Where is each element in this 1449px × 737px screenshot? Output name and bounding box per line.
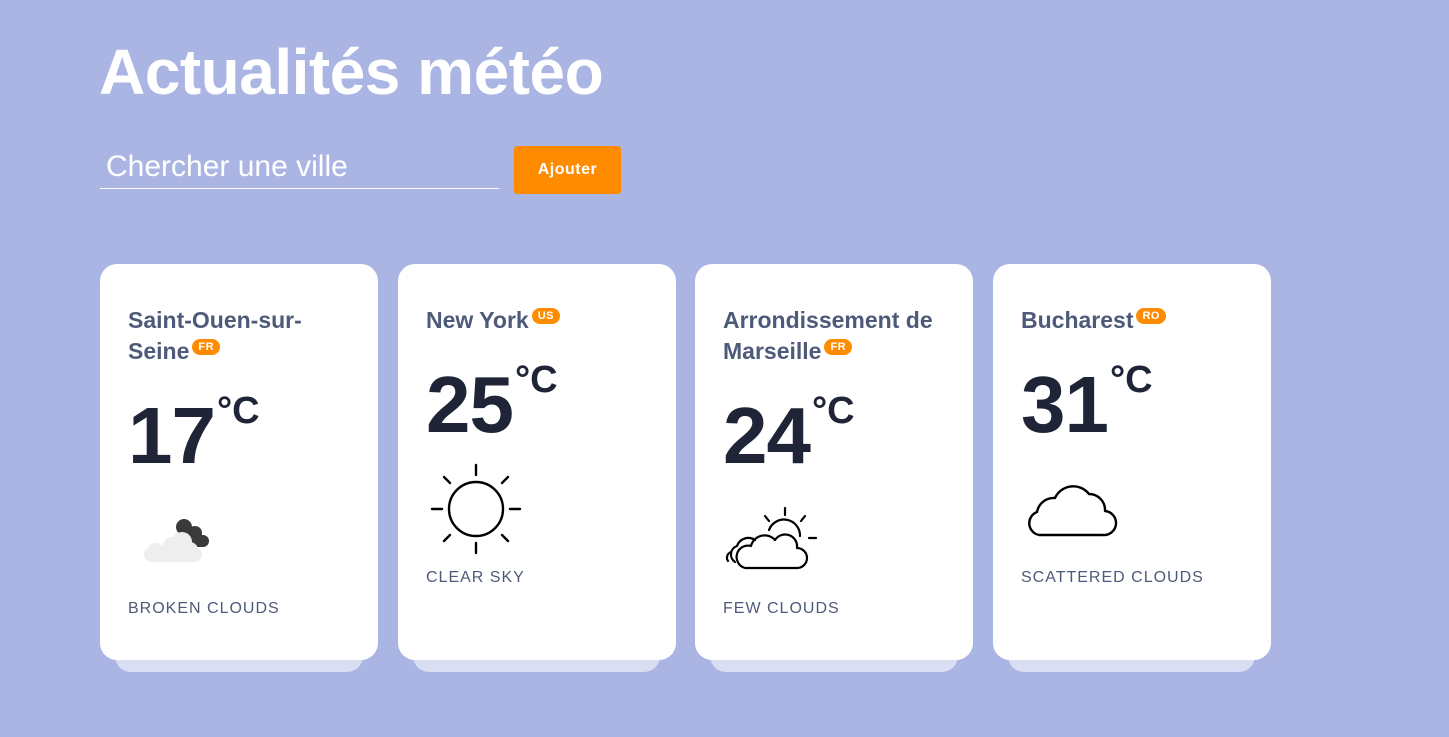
- city-name-text: Saint-Ouen-sur-Seine: [128, 307, 302, 364]
- temperature-unit: °C: [216, 390, 260, 432]
- city-name-text: Arrondissement de Marseille: [723, 307, 933, 364]
- weather-description: few clouds: [723, 600, 840, 617]
- temperature-value: 31: [1021, 360, 1109, 449]
- cloud-icon: [1023, 478, 1119, 545]
- sun-icon: [430, 463, 522, 560]
- temperature-unit: °C: [1109, 359, 1153, 401]
- city-name: Bucharest RO: [1021, 305, 1246, 336]
- country-badge: FR: [824, 339, 853, 355]
- country-badge: US: [531, 308, 560, 324]
- weather-card-new-york[interactable]: New York US 25°C clear sky: [398, 264, 676, 660]
- temperature: 25°C: [426, 359, 558, 445]
- weather-description: broken clouds: [128, 600, 280, 617]
- broken-clouds-icon: [140, 510, 220, 575]
- weather-description: clear sky: [426, 569, 525, 586]
- temperature-value: 17: [128, 391, 216, 480]
- city-name: New York US: [426, 305, 651, 336]
- few-clouds-icon: [725, 504, 821, 581]
- weather-card-saint-ouen[interactable]: Saint-Ouen-sur-Seine FR 17°C broken cloud…: [100, 264, 378, 660]
- city-name-text: New York: [426, 307, 529, 333]
- page-title: Actualités météo: [99, 36, 604, 108]
- city-name: Arrondissement de Marseille FR: [723, 305, 948, 367]
- temperature-value: 25: [426, 360, 514, 449]
- city-name: Saint-Ouen-sur-Seine FR: [128, 305, 353, 367]
- temperature-unit: °C: [514, 359, 558, 401]
- temperature: 31°C: [1021, 359, 1153, 445]
- country-badge: RO: [1136, 308, 1166, 324]
- search-input[interactable]: [100, 145, 499, 189]
- temperature: 17°C: [128, 390, 260, 476]
- country-badge: FR: [192, 339, 221, 355]
- temperature-unit: °C: [811, 390, 855, 432]
- weather-card-bucharest[interactable]: Bucharest RO 31°C scattered clouds: [993, 264, 1271, 660]
- temperature-value: 24: [723, 391, 811, 480]
- city-name-text: Bucharest: [1021, 307, 1134, 333]
- weather-card-marseille[interactable]: Arrondissement de Marseille FR 24°C few c…: [695, 264, 973, 660]
- weather-description: scattered clouds: [1021, 569, 1204, 586]
- add-city-button[interactable]: Ajouter: [514, 146, 621, 194]
- temperature: 24°C: [723, 390, 855, 476]
